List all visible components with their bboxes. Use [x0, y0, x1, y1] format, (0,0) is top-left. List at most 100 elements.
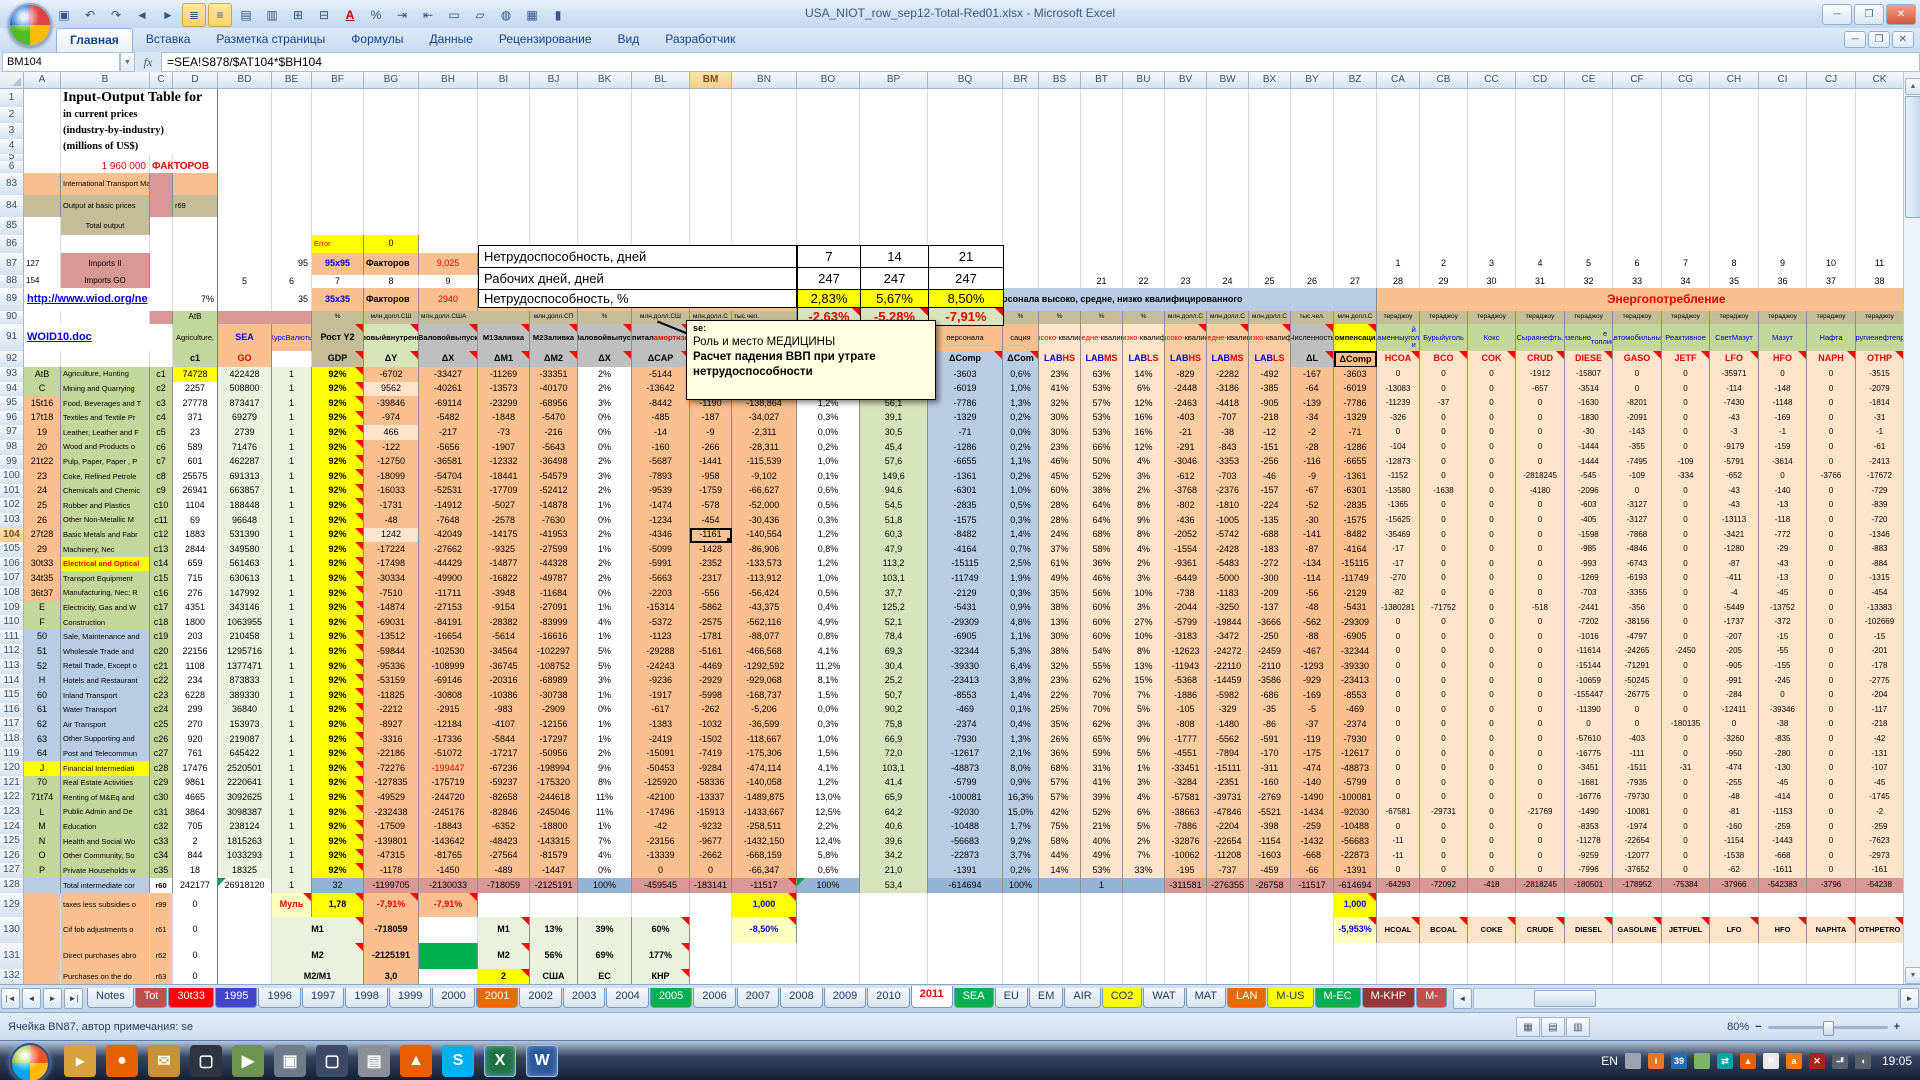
cell-CJ121[interactable]: 0 — [1807, 776, 1856, 792]
sheet-nav-prev-icon[interactable]: ◄ — [22, 988, 41, 1009]
cell-BF109[interactable]: 92% — [312, 601, 364, 617]
cell-BI92[interactable]: ΔM1 — [478, 351, 530, 368]
cell-CE113[interactable]: -15144 — [1565, 659, 1613, 675]
cell-CD129[interactable] — [1516, 893, 1565, 918]
cell-BR103[interactable]: 0,3% — [1003, 513, 1039, 529]
cell-BD122[interactable]: 3092625 — [218, 790, 272, 806]
cell-BE4[interactable] — [272, 139, 312, 155]
cell-BV95[interactable]: -2463 — [1165, 396, 1207, 412]
cell-D95[interactable]: 27778 — [173, 396, 218, 412]
minimize-button[interactable]: ─ — [1822, 4, 1852, 25]
cell-BY108[interactable]: -56 — [1291, 586, 1334, 602]
cell-BV116[interactable]: -105 — [1165, 703, 1207, 719]
cell-CA92[interactable]: HCOA — [1377, 351, 1420, 368]
cell-BY97[interactable]: -2 — [1291, 425, 1334, 441]
cell-CE97[interactable]: -30 — [1565, 425, 1613, 441]
cell-CA130[interactable]: HCOAL — [1377, 917, 1420, 944]
cell-CI112[interactable]: -55 — [1759, 644, 1807, 660]
cell-BR95[interactable]: 1,3% — [1003, 396, 1039, 412]
cell-BW97[interactable]: -38 — [1207, 425, 1249, 441]
cell-CJ123[interactable]: 0 — [1807, 805, 1856, 821]
cell-BJ83[interactable] — [530, 173, 578, 196]
cell-BR112[interactable]: 5,3% — [1003, 644, 1039, 660]
cell-BS119[interactable]: 36% — [1039, 747, 1081, 763]
cell-CB114[interactable]: 0 — [1420, 674, 1468, 690]
cell-CK93[interactable]: -3515 — [1856, 367, 1904, 383]
col-header-D[interactable]: D — [173, 72, 218, 89]
cell-BJ93[interactable]: -33351 — [530, 367, 578, 383]
cell-BN128[interactable]: -11517 — [732, 878, 797, 894]
cell-BQ115[interactable]: -8553 — [928, 688, 1003, 704]
cell-CK106[interactable]: -884 — [1856, 557, 1904, 573]
cell-A2[interactable] — [24, 107, 61, 124]
cell-BU92[interactable]: LABLS — [1123, 351, 1165, 368]
close-button[interactable]: ✕ — [1886, 4, 1916, 25]
cell-BP123[interactable]: 64,2 — [860, 805, 928, 821]
cell-BZ119[interactable]: -12617 — [1334, 747, 1377, 763]
cell-BI124[interactable]: -6352 — [478, 820, 530, 836]
cell-BE110[interactable]: 1 — [272, 615, 312, 631]
col-header-BO[interactable]: BO — [797, 72, 860, 89]
cell-BN122[interactable]: -1489,875 — [732, 790, 797, 806]
cell-BZ102[interactable]: -2835 — [1334, 498, 1377, 514]
cell-BT114[interactable]: 62% — [1081, 674, 1123, 690]
cell-CF122[interactable]: -79730 — [1613, 790, 1662, 806]
cell-BW111[interactable]: -3472 — [1207, 630, 1249, 646]
cell-BP120[interactable]: 103,1 — [860, 761, 928, 777]
cell-BR104[interactable]: 1,4% — [1003, 528, 1039, 544]
cell-BV96[interactable]: -403 — [1165, 411, 1207, 427]
cell-B3[interactable]: (industry-by-industry) — [61, 123, 218, 140]
cell-BJ109[interactable]: -27091 — [530, 601, 578, 617]
cell-BE89[interactable]: 35 — [272, 288, 312, 312]
days-table-label[interactable]: Нетрудоспособность, % — [478, 289, 797, 308]
cell-BV124[interactable]: -7886 — [1165, 820, 1207, 836]
cell-BY85[interactable] — [1291, 217, 1334, 236]
cell-CG112[interactable]: -2450 — [1662, 644, 1710, 660]
cell-BX3[interactable] — [1249, 123, 1291, 140]
cell-BI110[interactable]: -28382 — [478, 615, 530, 631]
days-table-value[interactable]: 8,50% — [928, 289, 1004, 308]
cell-BU4[interactable] — [1123, 139, 1165, 155]
row-header-125[interactable]: 125 — [0, 834, 24, 850]
cell-B92[interactable] — [61, 351, 150, 368]
cell-BS108[interactable]: 35% — [1039, 586, 1081, 602]
cell-BG127[interactable]: -1178 — [364, 863, 419, 879]
cell-BZ93[interactable]: -3603 — [1334, 367, 1377, 383]
cell-BZ120[interactable]: -48873 — [1334, 761, 1377, 777]
cell-BT91[interactable]: Средне-квалифи — [1081, 324, 1123, 352]
cell-A92[interactable] — [24, 351, 61, 368]
cell-B106[interactable]: Electrical and Optical — [61, 557, 150, 573]
cell-BS114[interactable]: 23% — [1039, 674, 1081, 690]
cell-BW108[interactable]: -1183 — [1207, 586, 1249, 602]
cell-BX118[interactable]: -591 — [1249, 732, 1291, 748]
cell-BS87[interactable] — [1039, 253, 1081, 276]
row-header-124[interactable]: 124 — [0, 820, 24, 836]
cell-BS96[interactable]: 30% — [1039, 411, 1081, 427]
cell-B111[interactable]: Sale, Maintenance and — [61, 630, 150, 646]
cell-BY102[interactable]: -52 — [1291, 498, 1334, 514]
cell-CD132[interactable] — [1516, 969, 1565, 984]
cell-B104[interactable]: Basic Metals and Fabr — [61, 528, 150, 544]
cell-B109[interactable]: Electricity, Gas and W — [61, 601, 150, 617]
cell-BD90[interactable] — [218, 311, 312, 325]
cell-BI94[interactable]: -13573 — [478, 382, 530, 398]
cell-BO131[interactable] — [797, 943, 860, 970]
cell-BV131[interactable] — [1165, 943, 1207, 970]
sheet-tab-MAT[interactable]: MAT — [1186, 988, 1226, 1008]
ribbon-tab-Разработчик[interactable]: Разработчик — [652, 28, 748, 52]
cell-BM116[interactable]: -262 — [690, 703, 732, 719]
cell-BF128[interactable]: 32 — [312, 878, 364, 894]
cell-BZ88[interactable]: 27 — [1334, 275, 1377, 289]
cell-CG120[interactable]: -31 — [1662, 761, 1710, 777]
cell-BH113[interactable]: -108999 — [419, 659, 478, 675]
cell-BI128[interactable]: -718059 — [478, 878, 530, 894]
cell-BR96[interactable]: 0,2% — [1003, 411, 1039, 427]
cell-BF126[interactable]: 92% — [312, 849, 364, 865]
cell-BR131[interactable] — [1003, 943, 1039, 970]
cell-B113[interactable]: Retail Trade, Except o — [61, 659, 150, 675]
cell-BM101[interactable]: -1759 — [690, 484, 732, 500]
cell-BT124[interactable]: 21% — [1081, 820, 1123, 836]
cell-BL4[interactable] — [632, 139, 690, 155]
sheet-tab-2002[interactable]: 2002 — [519, 988, 561, 1008]
cell-BJ115[interactable]: -30738 — [530, 688, 578, 704]
